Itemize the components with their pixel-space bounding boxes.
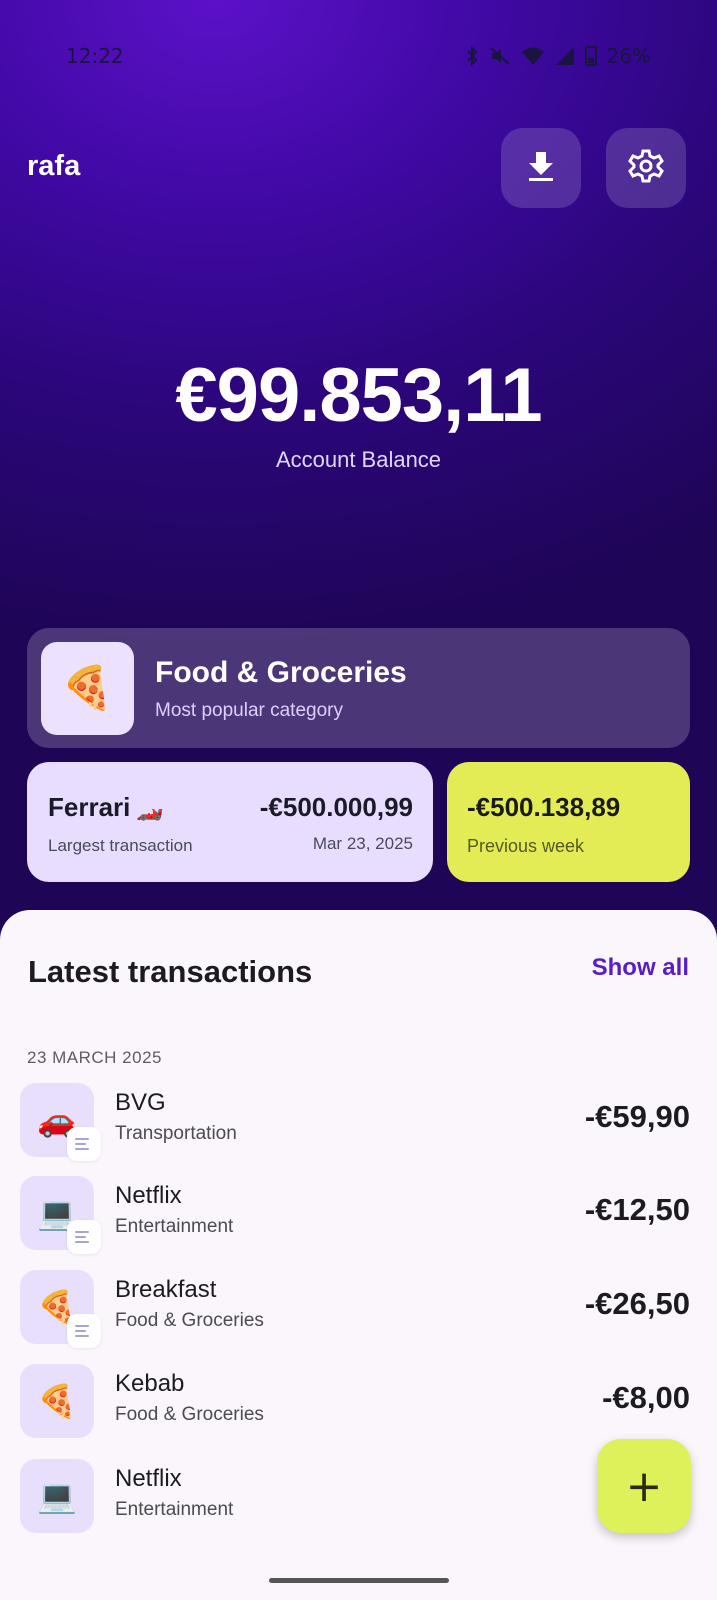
largest-transaction-name: Ferrari 🏎️ xyxy=(48,792,164,823)
settings-button[interactable] xyxy=(606,128,686,208)
transaction-category: Entertainment xyxy=(115,1499,234,1520)
previous-week-card[interactable]: -€500.138,89 Previous week xyxy=(447,762,690,882)
signal-icon xyxy=(555,46,575,66)
home-indicator[interactable] xyxy=(269,1578,449,1583)
transaction-row[interactable]: 🍕 Kebab Food & Groceries -€8,00 xyxy=(0,1364,717,1444)
largest-transaction-card[interactable]: Ferrari 🏎️ Largest transaction -€500.000,… xyxy=(27,762,433,882)
largest-transaction-amount: -€500.000,99 xyxy=(259,792,413,822)
pizza-icon: 🍕 xyxy=(41,642,134,735)
race-car-icon: 🏎️ xyxy=(136,796,164,821)
category-icon: 💻 xyxy=(20,1459,94,1533)
transaction-amount: -€59,90 xyxy=(584,1099,690,1134)
transaction-name: Breakfast xyxy=(115,1276,217,1303)
popular-category-title: Food & Groceries xyxy=(155,656,407,689)
previous-week-amount: -€500.138,89 xyxy=(467,792,621,822)
battery-percent: 26% xyxy=(606,44,651,68)
account-balance-amount: €99.853,11 xyxy=(175,353,542,438)
wifi-icon xyxy=(521,46,545,66)
download-button[interactable] xyxy=(501,128,581,208)
mute-icon xyxy=(489,46,511,66)
transaction-category: Transportation xyxy=(115,1123,237,1144)
popular-category-card[interactable]: 🍕 Food & Groceries Most popular category xyxy=(27,628,690,748)
transaction-amount: -€8,00 xyxy=(602,1380,690,1415)
transaction-name: Netflix xyxy=(115,1182,182,1209)
largest-transaction-title: Ferrari xyxy=(48,792,131,822)
note-icon xyxy=(67,1314,101,1348)
previous-week-label: Previous week xyxy=(467,836,585,856)
account-balance-label: Account Balance xyxy=(275,447,442,472)
status-icons: 26% xyxy=(465,44,651,68)
transaction-row[interactable]: 🚗 BVG Transportation -€59,90 xyxy=(0,1083,717,1163)
note-icon xyxy=(67,1220,101,1254)
popular-category-subtitle: Most popular category xyxy=(155,700,343,721)
transaction-name: Kebab xyxy=(115,1370,185,1397)
status-time: 12:22 xyxy=(66,44,124,68)
transaction-category: Food & Groceries xyxy=(115,1310,264,1331)
add-transaction-button[interactable]: + xyxy=(597,1439,691,1533)
largest-transaction-date: Mar 23, 2025 xyxy=(312,834,413,853)
transactions-title: Latest transactions xyxy=(28,954,313,989)
transaction-amount: -€12,50 xyxy=(584,1192,690,1227)
transaction-name: Netflix xyxy=(115,1465,182,1492)
status-bar: 12:22 26% xyxy=(0,38,717,78)
bluetooth-icon xyxy=(465,46,479,66)
download-icon xyxy=(526,150,556,187)
show-all-link[interactable]: Show all xyxy=(592,954,689,982)
username: rafa xyxy=(27,150,81,182)
transaction-category: Entertainment xyxy=(115,1216,234,1237)
transaction-row[interactable]: 💻 Netflix Entertainment -€12,50 xyxy=(0,1176,717,1256)
transaction-amount: -€26,50 xyxy=(584,1286,690,1321)
category-icon: 🍕 xyxy=(20,1364,94,1438)
transaction-row[interactable]: 🍕 Breakfast Food & Groceries -€26,50 xyxy=(0,1270,717,1350)
battery-icon xyxy=(584,46,597,66)
gear-icon xyxy=(628,148,664,189)
largest-transaction-label: Largest transaction xyxy=(48,836,193,855)
date-header: 23 MARCH 2025 xyxy=(27,1048,163,1067)
transaction-category: Food & Groceries xyxy=(115,1404,264,1425)
transaction-name: BVG xyxy=(115,1089,166,1116)
note-icon xyxy=(67,1127,101,1161)
